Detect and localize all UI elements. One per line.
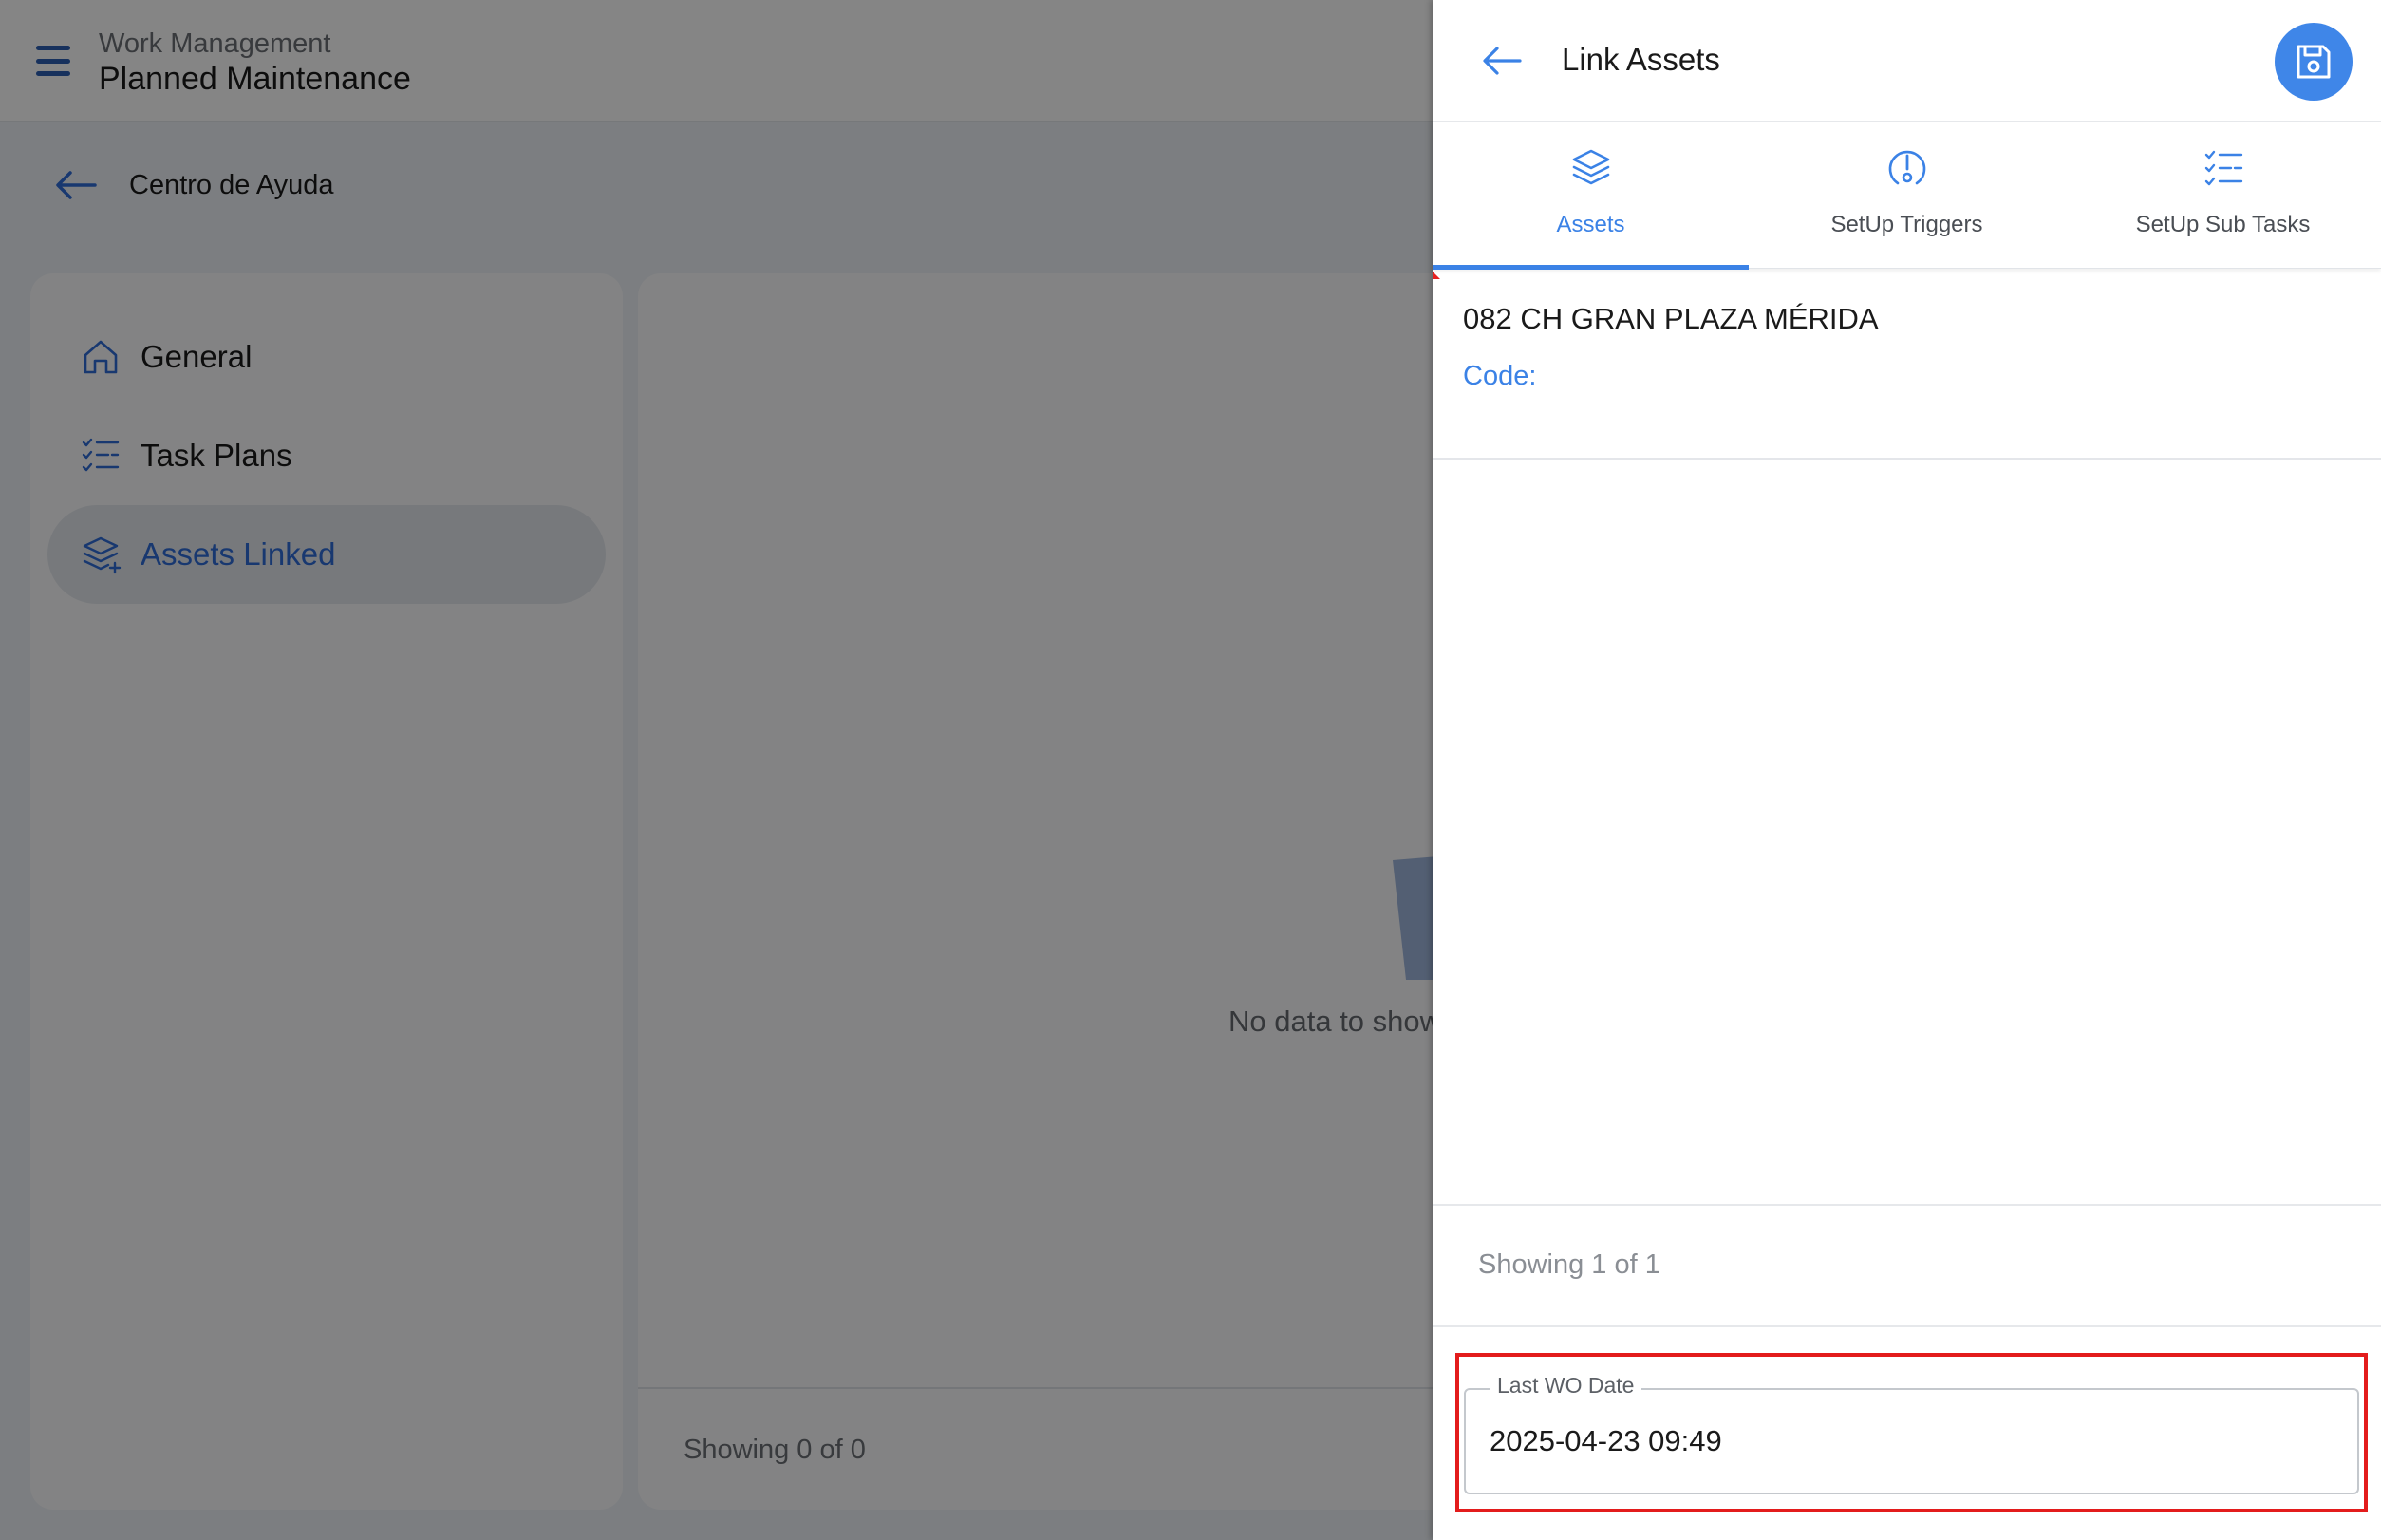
- drawer-title: Link Assets: [1562, 42, 1720, 77]
- pagination-count: Showing 1 of 1: [1478, 1249, 1660, 1280]
- link-assets-drawer: Link Assets Assets SetUp Triggers SetUp …: [1433, 0, 2381, 1540]
- tab-label: SetUp Sub Tasks: [2135, 212, 2311, 237]
- asset-name: 082 CH GRAN PLAZA MÉRIDA: [1463, 302, 1879, 335]
- last-wo-date-value[interactable]: 2025-04-23 09:49: [1490, 1424, 1722, 1458]
- last-wo-date-label: Last WO Date: [1490, 1373, 1642, 1399]
- layers-icon: [1572, 149, 1609, 185]
- drawer-tabs: Assets SetUp Triggers SetUp Sub Tasks: [1433, 122, 2381, 270]
- trigger-alert-icon: [1888, 150, 1925, 185]
- save-icon: [2297, 45, 2331, 79]
- list-item[interactable]: 082 CH GRAN PLAZA MÉRIDA Code:: [1433, 270, 2381, 460]
- tab-setup-triggers[interactable]: SetUp Triggers: [1749, 122, 2065, 269]
- checklist-icon: [2204, 150, 2242, 186]
- tab-label: SetUp Triggers: [1830, 212, 1983, 237]
- drawer-header: Link Assets: [1433, 0, 2381, 122]
- tab-setup-sub-tasks[interactable]: SetUp Sub Tasks: [2065, 122, 2381, 269]
- drawer-footer: Showing 1 of 1: [1433, 1204, 2381, 1327]
- tab-assets[interactable]: Assets: [1433, 122, 1749, 269]
- save-button[interactable]: [2275, 23, 2353, 101]
- asset-code-label: Code:: [1463, 361, 1537, 391]
- back-arrow-icon[interactable]: [1480, 42, 1524, 80]
- tab-label: Assets: [1556, 212, 1625, 237]
